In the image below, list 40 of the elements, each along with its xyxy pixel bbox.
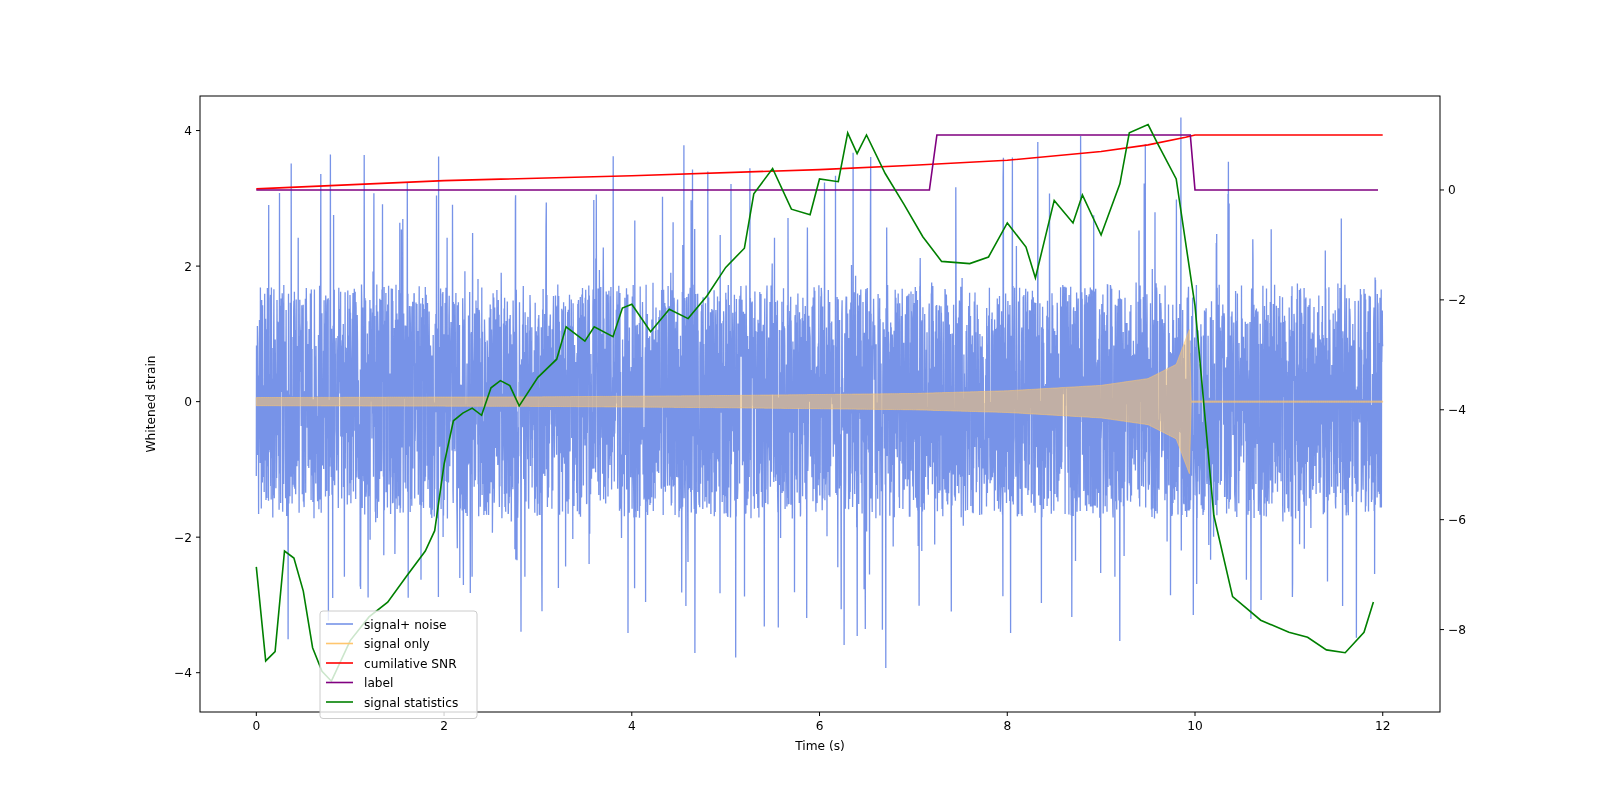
y-tick-label: −4	[174, 666, 192, 681]
tick-mark	[195, 536, 201, 538]
legend-label: signal+ noise	[364, 617, 447, 632]
legend-label: signal only	[364, 637, 430, 651]
tick-mark	[1382, 711, 1384, 717]
tick-mark	[1439, 189, 1445, 191]
x-tick-label: 4	[627, 719, 636, 733]
y-axis-label: Whitened strain	[144, 355, 158, 453]
tick-mark	[195, 130, 201, 132]
y-tick-label: −2	[1448, 293, 1466, 308]
tick-mark	[1439, 629, 1445, 631]
x-tick-label: 8	[1003, 719, 1012, 733]
tick-mark	[631, 711, 633, 717]
legend-label: label	[364, 676, 394, 690]
x-tick-label: 2	[440, 719, 448, 733]
tick-mark	[195, 401, 201, 403]
tick-mark	[1194, 711, 1196, 717]
y-tick-label: −4	[1448, 403, 1466, 418]
x-tick-label: 10	[1187, 719, 1203, 733]
tick-mark	[1439, 409, 1445, 411]
y-tick-label: 0	[184, 395, 192, 410]
tick-mark	[1439, 299, 1445, 301]
tick-mark	[195, 265, 201, 267]
y-tick-label: 4	[184, 124, 192, 139]
x-tick-label: 12	[1375, 719, 1391, 733]
y-tick-label: 2	[184, 259, 192, 274]
x-axis-label: Time (s)	[795, 739, 845, 753]
y-tick-label: 0	[1448, 183, 1456, 198]
y-tick-label: −2	[174, 530, 192, 545]
tick-mark	[195, 672, 201, 674]
y-tick-label: −8	[1448, 623, 1466, 638]
x-tick-label: 0	[252, 719, 261, 733]
tick-mark	[1006, 711, 1008, 717]
tick-mark	[1439, 519, 1445, 521]
tick-mark	[255, 711, 257, 717]
tick-mark	[819, 711, 821, 717]
legend-label: signal statistics	[364, 695, 459, 710]
y-tick-label: −6	[1448, 513, 1466, 528]
x-tick-label: 6	[815, 719, 824, 733]
legend-label: cumilative SNR	[364, 656, 457, 671]
